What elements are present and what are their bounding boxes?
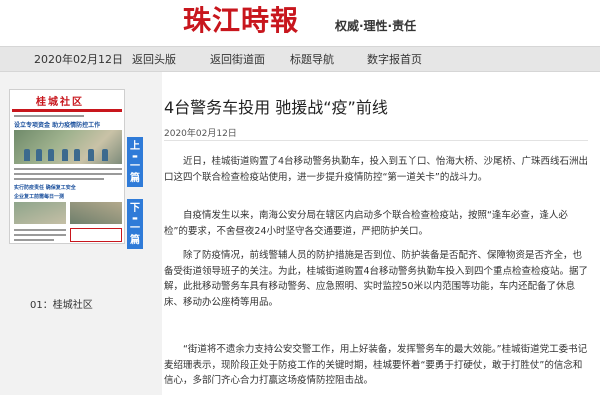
thumbnail-text-line xyxy=(14,168,122,170)
nav-link-street-page[interactable]: 返回街道面 xyxy=(210,47,265,72)
page-sidebar: 桂城社区 设立专项资金 助力疫情防控工作 实行防疫责任 确保复工安全 企业复工前… xyxy=(0,72,162,395)
article-paragraph: 自疫情发生以来，南海公安分局在辖区内启动多个联合检查检疫站，按照“逢车必查，逢人… xyxy=(164,210,568,237)
next-label-char: 一 xyxy=(130,223,140,234)
thumbnail-title: 桂城社区 xyxy=(36,97,84,108)
masthead: 珠江時報 权威·理性·责任 xyxy=(0,0,600,42)
article-date: 2020年02月12日 xyxy=(164,129,237,139)
next-label-char: 下 xyxy=(130,203,140,214)
thumbnail-header: 桂城社区 xyxy=(10,90,124,108)
page-caption-link[interactable]: 01：桂城社区 xyxy=(30,296,93,311)
next-article-button[interactable]: 下 ▬ 一 篇 xyxy=(127,199,143,249)
thumbnail-text-line xyxy=(14,178,104,180)
thumbnail-boxed-item xyxy=(70,228,122,242)
divider xyxy=(164,140,588,141)
article-paragraph: 近日，桂城街道购置了4台移动警务执勤车，投入到五丫口、怡海大桥、沙尾桥、广珠西线… xyxy=(164,156,589,183)
thumbnail-subhead: 企业复工前需每日一测 xyxy=(14,194,65,200)
thumbnail-photo xyxy=(70,202,122,224)
arrow-icon: ▬ xyxy=(132,153,138,160)
nav-link-front-page[interactable]: 返回头版 xyxy=(132,47,176,72)
article-paragraph: “街道将不遗余力支持公安交警工作，用上好装备，发挥警务车的最大效能。”桂城街道党… xyxy=(164,344,588,386)
prev-label-char: 一 xyxy=(130,161,140,172)
previous-article-button[interactable]: 上 ▬ 一 篇 xyxy=(127,137,143,187)
article-paragraph: 除了防疫情况，前线警辅人员的防护措施是否到位、防护装备是否配齐、保障物资是否齐全… xyxy=(164,250,589,308)
slogan: 权威·理性·责任 xyxy=(335,19,417,33)
arrow-icon: ▬ xyxy=(132,215,138,222)
article-title: 4台警务车投用 驰援战“疫”前线 xyxy=(164,98,388,117)
thumbnail-text-line xyxy=(14,239,54,241)
prev-label-char: 篇 xyxy=(130,173,140,184)
thumbnail-text-line xyxy=(14,229,66,231)
thumbnail-text-line xyxy=(14,115,84,117)
nav-link-title-navigation[interactable]: 标题导航 xyxy=(290,47,334,72)
page-thumbnail[interactable]: 桂城社区 设立专项资金 助力疫情防控工作 实行防疫责任 确保复工安全 企业复工前… xyxy=(9,89,125,244)
next-label-char: 篇 xyxy=(130,235,140,246)
newspaper-logo[interactable]: 珠江時報 xyxy=(183,4,299,38)
nav-bar: 2020年02月12日 返回头版 返回街道面 标题导航 数字报首页 xyxy=(0,46,600,72)
article: 4台警务车投用 驰援战“疫”前线 2020年02月12日 近日，桂城街道购置了4… xyxy=(162,72,600,395)
thumbnail-photo xyxy=(14,130,122,164)
thumbnail-text-line xyxy=(14,173,122,175)
thumbnail-headline: 设立专项资金 助力疫情防控工作 xyxy=(14,122,101,129)
prev-label-char: 上 xyxy=(130,141,140,152)
thumbnail-text-line xyxy=(14,234,66,236)
nav-link-digital-home[interactable]: 数字报首页 xyxy=(367,47,422,72)
issue-date: 2020年02月12日 xyxy=(34,53,123,66)
thumbnail-photo xyxy=(14,202,66,224)
thumbnail-divider xyxy=(12,109,122,112)
thumbnail-subhead: 实行防疫责任 确保复工安全 xyxy=(14,185,76,191)
